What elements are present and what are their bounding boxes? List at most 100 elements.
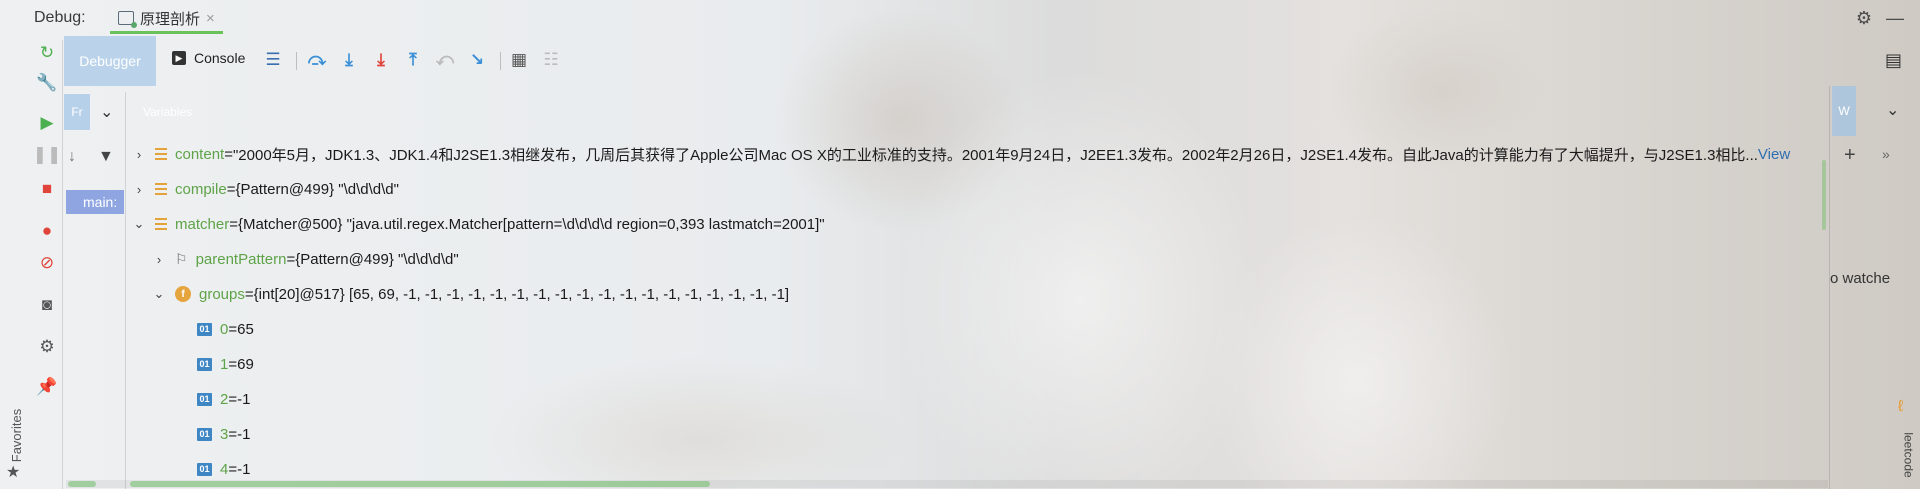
variable-value: {Pattern@499} "\d\d\d\d"	[235, 180, 399, 198]
step-into-icon[interactable]: ⤓	[338, 49, 360, 71]
element-index: 3	[220, 425, 229, 443]
console-icon: ▶	[172, 51, 186, 65]
tab-console-label: Console	[194, 50, 246, 66]
settings-icon[interactable]: ⚙	[36, 336, 58, 358]
drop-frame-icon[interactable]: ⤺	[434, 49, 456, 71]
variable-row[interactable]: ⌄ f groups = {int[20]@517} [65, 69, -1, …	[151, 279, 790, 309]
tab-debugger[interactable]: Debugger	[64, 36, 156, 86]
array-element-row[interactable]: 01 0 = 65	[197, 314, 254, 344]
flag-icon: ⚐	[175, 250, 188, 267]
session-tab-label: 原理剖析	[140, 10, 201, 28]
element-index: 2	[220, 390, 229, 408]
favorites-label: Favorites	[9, 408, 25, 463]
debug-header: Debug: 原理剖析 × ⚙ —	[0, 0, 1920, 36]
variable-row[interactable]: ⌄ matcher = {Matcher@500} "java.util.reg…	[131, 209, 825, 239]
chevron-down-icon[interactable]: ⌄	[1886, 100, 1899, 120]
run-to-cursor-icon[interactable]: ↘	[466, 49, 488, 71]
chevron-down-icon[interactable]: ⌄	[131, 216, 147, 232]
primitive-icon: 01	[197, 322, 212, 336]
variable-value: {Pattern@499} "\d\d\d\d"	[295, 250, 459, 268]
force-step-into-icon[interactable]: ⤓	[370, 49, 392, 71]
tab-console[interactable]: ▶ Console	[172, 50, 245, 66]
pin-icon[interactable]: 📌	[36, 376, 58, 398]
equals-sign: =	[228, 425, 238, 443]
wrench-icon[interactable]: 🔧	[36, 72, 58, 94]
rerun-icon[interactable]: ↻	[36, 42, 58, 64]
frames-scroll-thumb[interactable]	[68, 481, 96, 487]
variable-value: {Matcher@500} "java.util.regex.Matcher[p…	[237, 215, 825, 233]
pause-icon[interactable]: ❚❚	[33, 144, 62, 166]
watches-header: W ⌄	[1832, 86, 1920, 136]
menu-icon[interactable]: ☰	[262, 49, 284, 71]
layout-icon[interactable]: ▤	[1885, 50, 1902, 71]
equals-sign: =	[228, 460, 238, 478]
arrow-down-icon[interactable]: ↓	[68, 148, 76, 166]
tab-frames[interactable]: Fr	[64, 94, 90, 130]
array-element-row[interactable]: 01 1 = 69	[197, 349, 254, 379]
filter-icon[interactable]: ▼	[98, 148, 114, 166]
more-icon[interactable]: »	[1882, 146, 1890, 162]
mute-breakpoints-icon[interactable]: ⊘	[36, 252, 58, 274]
list-icon	[155, 218, 167, 230]
view-link[interactable]: View	[1758, 146, 1790, 163]
selected-frame[interactable]: main:	[66, 190, 124, 214]
step-out-icon[interactable]: ⤒	[402, 49, 424, 71]
breakpoints-icon[interactable]: ●	[36, 220, 58, 242]
chevron-right-icon[interactable]: ›	[131, 182, 147, 197]
array-element-row[interactable]: 01 2 = -1	[197, 384, 250, 414]
variable-row[interactable]: › ⚐ parentPattern = {Pattern@499} "\d\d\…	[151, 244, 459, 274]
variable-name: parentPattern	[195, 250, 287, 268]
chevron-right-icon[interactable]: ›	[151, 252, 167, 267]
equals-sign: =	[224, 145, 233, 163]
gear-icon[interactable]: ⚙	[1856, 8, 1872, 29]
active-tab-underline	[110, 31, 223, 34]
variable-row[interactable]: › compile = {Pattern@499} "\d\d\d\d"	[131, 174, 399, 204]
variable-name: content	[175, 145, 225, 163]
chevron-right-icon[interactable]: ›	[131, 147, 147, 162]
frames-tools: ↓ ▼	[64, 148, 124, 174]
chevron-down-icon[interactable]: ⌄	[100, 102, 113, 122]
watches-toolbar: + »	[1834, 144, 1920, 168]
equals-sign: =	[228, 390, 238, 408]
equals-sign: =	[229, 215, 238, 233]
left-divider	[62, 40, 63, 489]
variables-header: Variables	[127, 94, 1827, 130]
tab-watches[interactable]: W	[1832, 86, 1856, 136]
chevron-down-icon[interactable]: ⌄	[151, 286, 167, 302]
add-watch-icon[interactable]: +	[1844, 144, 1856, 167]
evaluate-icon[interactable]: ▦	[508, 49, 530, 71]
resume-icon[interactable]: ▶	[36, 112, 58, 134]
session-tab[interactable]: 原理剖析 ×	[110, 4, 223, 34]
variable-row[interactable]: › content = "2000年5月，JDK1.3、JDK1.4和J2SE1…	[131, 139, 1790, 169]
stop-icon[interactable]: ■	[36, 178, 58, 200]
list-icon	[155, 183, 167, 195]
star-icon: ★	[6, 464, 21, 481]
element-value: -1	[237, 390, 251, 408]
frames-divider	[125, 92, 126, 489]
element-value: 65	[237, 320, 254, 338]
equals-sign: =	[286, 250, 296, 268]
element-value: -1	[237, 460, 251, 478]
step-over-icon[interactable]: ⤼	[306, 49, 328, 71]
equals-sign: =	[228, 320, 238, 338]
variables-scroll-thumb[interactable]	[130, 481, 710, 487]
primitive-icon: 01	[197, 357, 212, 371]
leetcode-icon: ℓ	[1898, 398, 1904, 415]
favorites-strip[interactable]: Favorites ★	[0, 400, 30, 489]
close-tab-icon[interactable]: ×	[206, 10, 215, 27]
camera-icon[interactable]: ◙	[36, 294, 58, 316]
variable-value: "2000年5月，JDK1.3、JDK1.4和J2SE1.3相继发布，几周后其获…	[232, 146, 1758, 164]
debug-title: Debug:	[34, 9, 86, 26]
primitive-icon: 01	[197, 462, 212, 476]
element-value: 69	[237, 355, 254, 373]
leetcode-strip[interactable]: ℓ leetcode	[1892, 390, 1920, 489]
vertical-scrollbar[interactable]	[1822, 160, 1826, 230]
array-element-row[interactable]: 01 3 = -1	[197, 419, 250, 449]
horizontal-scrollbar[interactable]	[66, 480, 1828, 488]
trace-icon[interactable]: ☷	[540, 49, 562, 71]
element-index: 0	[220, 320, 229, 338]
no-watches-text: o watche	[1830, 270, 1891, 287]
element-value: -1	[237, 425, 251, 443]
minimize-icon[interactable]: —	[1886, 8, 1904, 29]
frames-header: Fr ⌄	[64, 94, 124, 130]
